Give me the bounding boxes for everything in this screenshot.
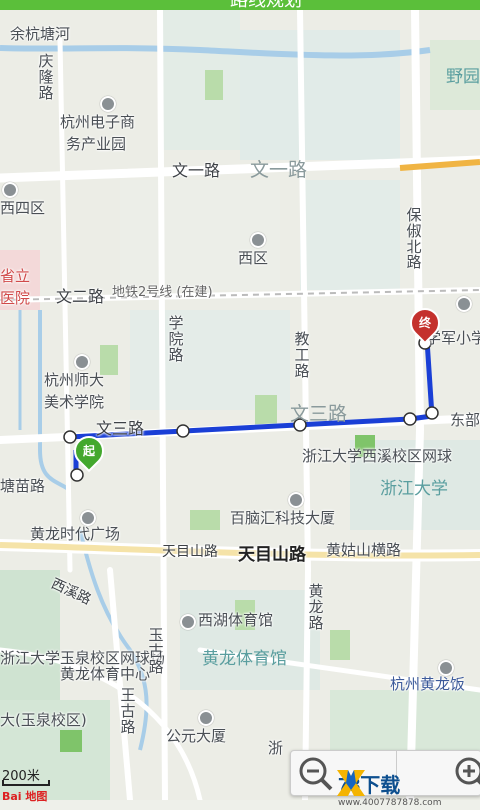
label-zhe: 浙 (268, 739, 284, 757)
label-metro-line: 地铁2号线 (在建) (112, 285, 213, 300)
watermark: 78下载 www.4007787878.com (334, 766, 480, 810)
label-shifan-1: 杭州师大 (44, 371, 105, 389)
poi-dianzi-icon (100, 96, 116, 112)
label-tianmu-major: 天目山路 (238, 545, 306, 565)
title-bar: 路线规划 (0, 0, 480, 10)
label-jiaogong-road: 教工路 (294, 330, 310, 380)
poi-gongyuan-icon (198, 710, 214, 726)
zoom-out-button[interactable] (295, 753, 335, 793)
poi-xiqu-icon (250, 232, 266, 248)
label-yiyuan: 医院 (0, 289, 31, 307)
label-dianzi-2: 务产业园 (66, 135, 127, 153)
map-canvas[interactable]: 余杭塘河 庆隆路 野园 杭州电子商 务产业园 文一路 文一路 西四区 西区 省立… (0, 10, 480, 808)
label-sanxi-road: 王古路 (120, 686, 136, 736)
label-zju-west: 浙江大学西溪校区网球 (302, 447, 453, 465)
label-wensan-road: 文三路 (96, 419, 145, 438)
label-qingxiang-road: 庆隆路 (38, 52, 54, 102)
poi-huanglong-sq-icon (80, 510, 96, 526)
label-yuhang-tanghe: 余杭塘河 (10, 25, 71, 43)
label-xueyuan-road: 学院路 (168, 314, 184, 364)
scale-bar (2, 780, 50, 786)
start-marker-label: 起 (82, 444, 95, 458)
end-marker-label: 终 (418, 316, 431, 330)
label-baihui: 百脑汇科技大厦 (230, 509, 336, 527)
poi-shifan-icon (74, 354, 90, 370)
label-tangshang: 塘苗路 (0, 477, 46, 495)
poi-xuejun-icon (456, 296, 472, 312)
label-yuquan-zone: 大(玉泉校区) (0, 711, 87, 729)
label-ye-yuan: 野园 (446, 67, 480, 87)
label-xihu-gym: 西湖体育馆 (198, 611, 274, 629)
label-xi-qu: 西区 (238, 249, 269, 267)
label-huanglong-gym: 黄龙体育馆 (202, 649, 287, 669)
label-hz-huanglong: 杭州黄龙饭 (390, 675, 466, 693)
label-wener-road: 文二路 (56, 287, 105, 306)
label-huanglong-center: 黄龙体育中心 (60, 665, 151, 683)
watermark-logo-icon (337, 770, 365, 796)
poi-xihu-icon (2, 182, 18, 198)
map-attribution: Bai 地图 (2, 790, 48, 803)
label-gongyuan: 公元大厦 (166, 727, 227, 745)
label-dongbu: 东部 (450, 411, 480, 429)
poi-xihu-gym-icon (180, 614, 196, 630)
label-wangu-road: 玉古路 (148, 626, 164, 676)
label-xihu-qu: 西四区 (0, 199, 46, 217)
label-baochu-road: 保俶北路 (406, 206, 422, 272)
zoom-out-icon (299, 757, 333, 791)
label-tianmu-small: 天目山路 (162, 544, 218, 560)
label-wenyi-big: 文一路 (250, 159, 308, 181)
label-dianzi-1: 杭州电子商 (60, 113, 136, 131)
label-shifan-2: 美术学院 (44, 393, 105, 411)
label-zju-big: 浙江大学 (380, 479, 448, 499)
label-wensan-big: 文三路 (290, 403, 348, 425)
label-huanglong-sq: 黄龙时代广场 (30, 525, 121, 543)
label-wenyi-road: 文一路 (172, 161, 221, 180)
poi-hz-huanglong-icon (438, 660, 454, 676)
poi-baihui-icon (288, 492, 304, 508)
page-title: 路线规划 (230, 0, 302, 10)
label-huanglong-road: 黄龙路 (308, 582, 324, 632)
label-huanggu: 黄姑山横路 (326, 541, 402, 559)
label-shengli: 省立 (0, 267, 31, 285)
